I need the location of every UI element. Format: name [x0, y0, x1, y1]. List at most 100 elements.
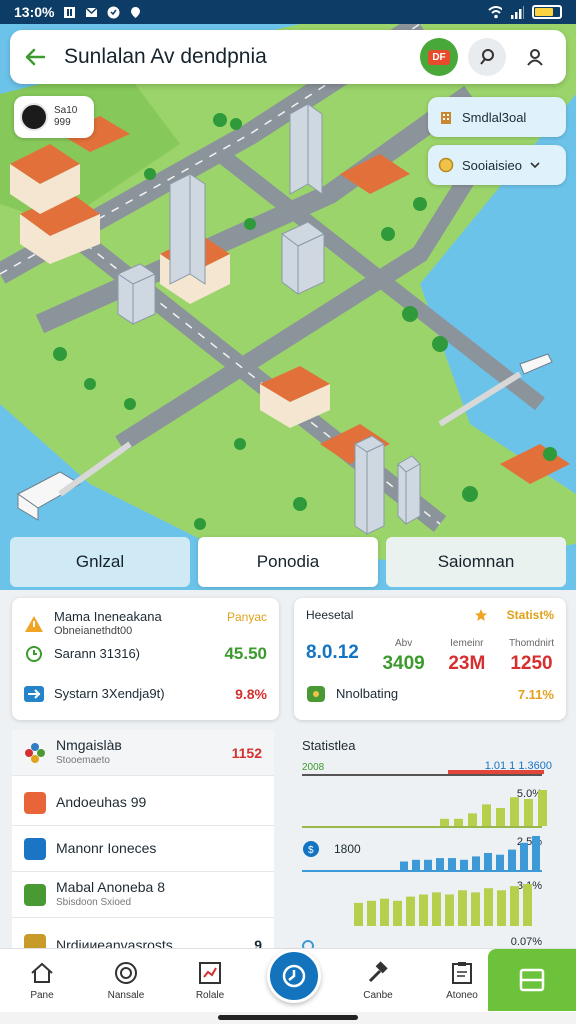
- battery-icon: [532, 5, 562, 19]
- hammer-icon: [365, 960, 391, 986]
- statistics-card-footer-value: 7.11%: [517, 686, 554, 702]
- list-item-title: Manonr Ioneces: [56, 840, 157, 856]
- player-chip[interactable]: Sa10 999: [14, 96, 94, 138]
- nav-home-label: Pane: [30, 990, 54, 1001]
- nav-nansale-label: Nansale: [107, 990, 145, 1001]
- coin-icon: [113, 960, 139, 986]
- chart-axis-2: [302, 870, 542, 872]
- summary-row-1-value: Panyac: [226, 610, 267, 624]
- list-item[interactable]: Nmgaislàв Stooemaeto 1152: [12, 730, 274, 776]
- chart-bar: [367, 900, 376, 926]
- list-item-subtitle: Stooemaeto: [56, 754, 110, 766]
- clipboard-icon: [449, 960, 475, 986]
- summary-card[interactable]: Mama Ineneakana Obneianethdt00 Panyac Sar…: [12, 598, 279, 720]
- chart-bar: [468, 813, 477, 826]
- chart-bar: [496, 854, 504, 870]
- nav-rolale-label: Rolale: [195, 990, 225, 1001]
- chart-bar: [393, 900, 402, 926]
- warning-icon: [24, 614, 44, 634]
- nav-atoneo-label: Atoneo: [446, 990, 478, 1001]
- stat-col-1-value: 8.0.12: [306, 642, 359, 663]
- wallet-icon: [306, 684, 326, 704]
- chart-row-4-percent: 0.07%: [510, 936, 542, 948]
- nav-canbe[interactable]: Canbe: [336, 960, 420, 1001]
- chart-bar: [412, 859, 420, 870]
- chart-axis-top: [302, 774, 542, 776]
- summary-row-2[interactable]: Sarann 31316) 45.50: [24, 644, 267, 664]
- chart-bar: [484, 853, 492, 870]
- status-time: 13:0%: [14, 4, 55, 20]
- coin-icon: [438, 157, 454, 173]
- stat-col-2-value: 3409: [382, 653, 425, 674]
- summary-row-3-value: 9.8%: [235, 686, 267, 702]
- list-item-title: Nmgaislàв: [56, 736, 122, 753]
- chart-bar: [523, 884, 532, 926]
- statistics-card-footer[interactable]: Nnolbating 7.11%: [306, 684, 554, 704]
- chart-bar: [445, 894, 454, 926]
- chart-bar: [460, 859, 468, 870]
- chart-icon: [197, 960, 223, 986]
- app-bar: Sunlalan Av dendpnia DF: [10, 30, 566, 84]
- back-button[interactable]: [22, 44, 48, 70]
- summary-row-1[interactable]: Mama Ineneakana Obneianethdt00 Panyac: [24, 610, 267, 638]
- statistics-card-footer-label: Nnolbating: [336, 686, 399, 701]
- summary-row-1-label: Mama Ineneakana: [54, 609, 162, 624]
- clock-icon: [282, 964, 306, 987]
- list-item[interactable]: Mabal Anoneba 8 Sbisdoon Sxioed: [12, 872, 274, 918]
- stat-col-3-label: Iemeinr: [450, 638, 484, 649]
- nav-center-action-button[interactable]: [267, 948, 321, 1003]
- bar-chart-3: [354, 884, 532, 926]
- chart-bar: [406, 896, 415, 926]
- chart-axis-1: [302, 826, 542, 828]
- tab-ponodia[interactable]: Ponodia: [198, 537, 378, 587]
- profile-button[interactable]: [516, 38, 554, 76]
- statistics-card-heading: Heesetal: [306, 608, 354, 622]
- chart-bar: [524, 799, 533, 826]
- list-item[interactable]: Manonr Ioneces: [12, 826, 274, 872]
- summary-row-2-value: 45.50: [224, 644, 267, 663]
- chart-bar: [432, 892, 441, 926]
- side-pill-1[interactable]: Smdlal3oal: [428, 97, 566, 137]
- home-indicator[interactable]: [218, 1015, 358, 1020]
- summary-row-1-sub: Obneianethdt00: [54, 625, 133, 637]
- statistics-chart-panel: Statistlea 2008 1.01 1 1.3600 5.0% 2.5% …: [290, 730, 566, 952]
- statistics-card-heading-right: Statist%: [506, 608, 554, 622]
- chart-top-left-label: 2008: [302, 762, 325, 773]
- flower-icon: [24, 742, 46, 764]
- list-item-title: Andoeuhas 99: [56, 794, 147, 810]
- summary-row-3[interactable]: Systarn 3Xendja9t) 9.8%: [24, 684, 267, 704]
- mail-icon: [84, 5, 98, 19]
- nav-menu-button[interactable]: [488, 949, 576, 1011]
- tab-saiomnan[interactable]: Saiomnan: [386, 537, 566, 587]
- tab-bar: Gnlzal Ponodia Saiomnan: [10, 537, 566, 587]
- list-item-subtitle: Sbisdoon Sxioed: [56, 896, 132, 908]
- chart-bar: [440, 818, 449, 826]
- search-button[interactable]: [468, 38, 506, 76]
- signal-icon: [510, 5, 524, 19]
- stat-col-4-label: Thomdnirt: [508, 638, 554, 649]
- plane-icon: [24, 684, 44, 704]
- bar-chart-2: [400, 836, 540, 870]
- nav-home[interactable]: Pane: [0, 960, 84, 1001]
- home-icon: [29, 960, 55, 986]
- chart-bar: [510, 797, 519, 826]
- side-pill-2[interactable]: Sooiaisieo: [428, 145, 566, 185]
- statistics-card[interactable]: Heesetal Statist% 8.0.12 Abv 3409 Iemeinr…: [294, 598, 566, 720]
- chart-bar: [424, 859, 432, 870]
- bar-chart-1: [440, 790, 547, 826]
- list-item[interactable]: Andoeuhas 99: [12, 780, 274, 826]
- nav-nansale[interactable]: Nansale: [84, 960, 168, 1001]
- search-icon: [480, 49, 494, 65]
- nav-rolale[interactable]: Rolale: [168, 960, 252, 1001]
- chart-bar: [520, 842, 528, 870]
- chart-bar: [471, 892, 480, 926]
- flag-button[interactable]: DF: [420, 38, 458, 76]
- chart-bar: [380, 898, 389, 926]
- chart-title: Statistlea: [302, 738, 356, 753]
- nav-canbe-label: Canbe: [363, 990, 393, 1001]
- chart-bar: [458, 890, 467, 926]
- side-pill-1-label: Smdlal3oal: [462, 109, 527, 125]
- tab-general[interactable]: Gnlzal: [10, 537, 190, 587]
- chart-bar: [419, 894, 428, 926]
- chart-bar: [532, 836, 540, 870]
